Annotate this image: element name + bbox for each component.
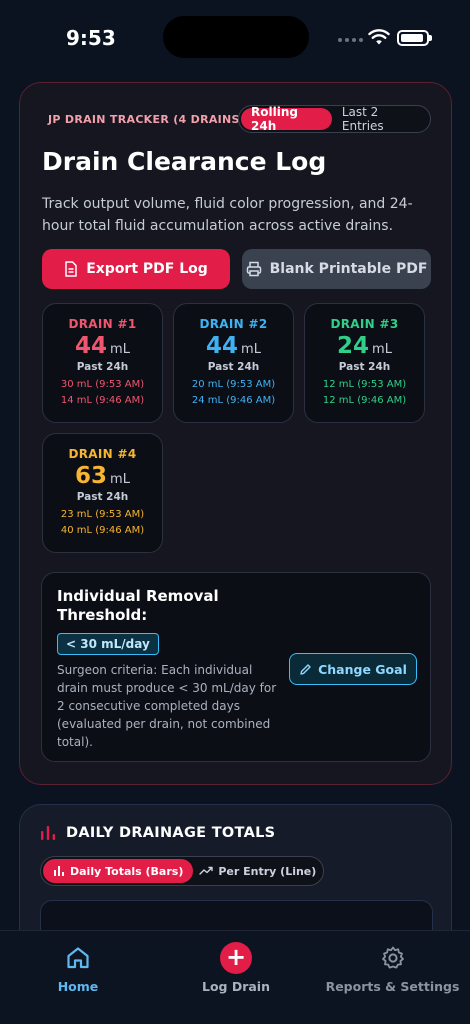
page-description: Track output volume, fluid color progres…	[42, 196, 413, 234]
toggle-per-entry[interactable]: Per Entry (Line)	[199, 865, 316, 878]
drain-entry: 23 mL (9:53 AM)	[60, 509, 145, 520]
drain-name: DRAIN #3	[330, 317, 399, 331]
drain-value: 44	[75, 333, 108, 359]
threshold-badge: < 30 mL/day	[57, 633, 159, 655]
drain-entry: 40 mL (9:46 AM)	[60, 525, 145, 536]
drain-card-3[interactable]: DRAIN #3 24 mL Past 24h 12 mL (9:53 AM) 1…	[304, 303, 425, 423]
printer-icon	[246, 261, 261, 277]
pencil-icon	[300, 663, 311, 675]
plus-icon: +	[220, 942, 252, 974]
drain-unit: mL	[241, 342, 261, 357]
wifi-icon	[368, 29, 390, 45]
drain-entry: 12 mL (9:53 AM)	[322, 379, 407, 390]
drain-entry: 20 mL (9:53 AM)	[191, 379, 276, 390]
drain-period: Past 24h	[76, 491, 129, 503]
drain-unit: mL	[110, 472, 130, 487]
drain-entry: 12 mL (9:46 AM)	[322, 395, 407, 406]
threshold-criteria: Surgeon criteria: Each individual drain …	[57, 663, 277, 749]
drain-name: DRAIN #2	[199, 317, 268, 331]
drain-value: 63	[75, 463, 108, 489]
nav-reports-label: Reports & Settings	[325, 979, 460, 994]
drain-unit: mL	[372, 342, 392, 357]
trend-line-icon	[199, 866, 214, 875]
drain-clearance-card: JP DRAIN TRACKER (4 DRAINS) Rolling 24h …	[19, 82, 452, 785]
bottom-nav: Home + Log Drain Reports & Settings	[0, 930, 470, 1024]
tracker-label: JP DRAIN TRACKER (4 DRAINS)	[42, 112, 240, 126]
drain-name: DRAIN #1	[68, 317, 137, 331]
range-toggle[interactable]: Rolling 24h Last 2 Entries	[238, 105, 431, 133]
nav-reports-settings[interactable]: Reports & Settings	[320, 943, 465, 994]
removal-threshold-panel: Individual Removal Threshold: < 30 mL/da…	[41, 572, 431, 762]
threshold-title: Individual Removal Threshold:	[57, 587, 219, 624]
change-goal-label: Change Goal	[318, 661, 407, 677]
blank-pdf-label: Blank Printable PDF	[269, 261, 428, 277]
nav-home-label: Home	[57, 979, 99, 994]
toggle-last-2-entries[interactable]: Last 2 Entries	[332, 105, 428, 133]
dynamic-island	[163, 16, 309, 58]
toggle-daily-totals[interactable]: Daily Totals (Bars)	[43, 859, 194, 883]
nav-log-drain[interactable]: + Log Drain	[196, 942, 276, 994]
drain-card-4[interactable]: DRAIN #4 63 mL Past 24h 23 mL (9:53 AM) 4…	[42, 433, 163, 553]
bar-chart-icon	[41, 826, 55, 840]
status-time: 9:53	[66, 26, 116, 50]
nav-log-label: Log Drain	[201, 979, 270, 994]
toggle-rolling-24h[interactable]: Rolling 24h	[241, 105, 332, 133]
tracker-label-text: JP DRAIN TRACKER (4 DRAINS)	[48, 112, 240, 126]
blank-printable-pdf-button[interactable]: Blank Printable PDF	[242, 249, 431, 289]
gear-icon	[381, 946, 404, 969]
export-pdf-label: Export PDF Log	[86, 261, 208, 277]
drain-unit: mL	[110, 342, 130, 357]
page-title: Drain Clearance Log	[42, 147, 327, 176]
toggle-per-entry-label: Per Entry (Line)	[218, 864, 317, 878]
signal-icon	[338, 38, 363, 42]
export-pdf-button[interactable]: Export PDF Log	[42, 249, 230, 289]
daily-totals-header: DAILY DRAINAGE TOTALS	[40, 825, 275, 841]
document-icon	[65, 261, 77, 277]
chart-mode-toggle[interactable]: Daily Totals (Bars) Per Entry (Line)	[40, 856, 324, 886]
battery-icon	[397, 30, 432, 46]
change-goal-button[interactable]: Change Goal	[289, 653, 417, 685]
drain-value: 24	[337, 333, 370, 359]
home-icon	[67, 947, 89, 969]
drain-card-1[interactable]: DRAIN #1 44 mL Past 24h 30 mL (9:53 AM) 1…	[42, 303, 163, 423]
drain-entry: 24 mL (9:46 AM)	[191, 395, 276, 406]
drain-name: DRAIN #4	[68, 447, 137, 461]
drain-period: Past 24h	[338, 361, 391, 373]
bar-chart-icon	[54, 866, 64, 876]
status-bar: 9:53	[0, 0, 470, 80]
drain-entry: 30 mL (9:53 AM)	[60, 379, 145, 390]
nav-home[interactable]: Home	[48, 943, 108, 994]
toggle-daily-totals-label: Daily Totals (Bars)	[70, 864, 184, 878]
drain-period: Past 24h	[76, 361, 129, 373]
drain-value: 44	[206, 333, 239, 359]
daily-totals-title: DAILY DRAINAGE TOTALS	[66, 825, 276, 841]
drain-entry: 14 mL (9:46 AM)	[60, 395, 145, 406]
drain-period: Past 24h	[207, 361, 260, 373]
drain-card-2[interactable]: DRAIN #2 44 mL Past 24h 20 mL (9:53 AM) 2…	[173, 303, 294, 423]
